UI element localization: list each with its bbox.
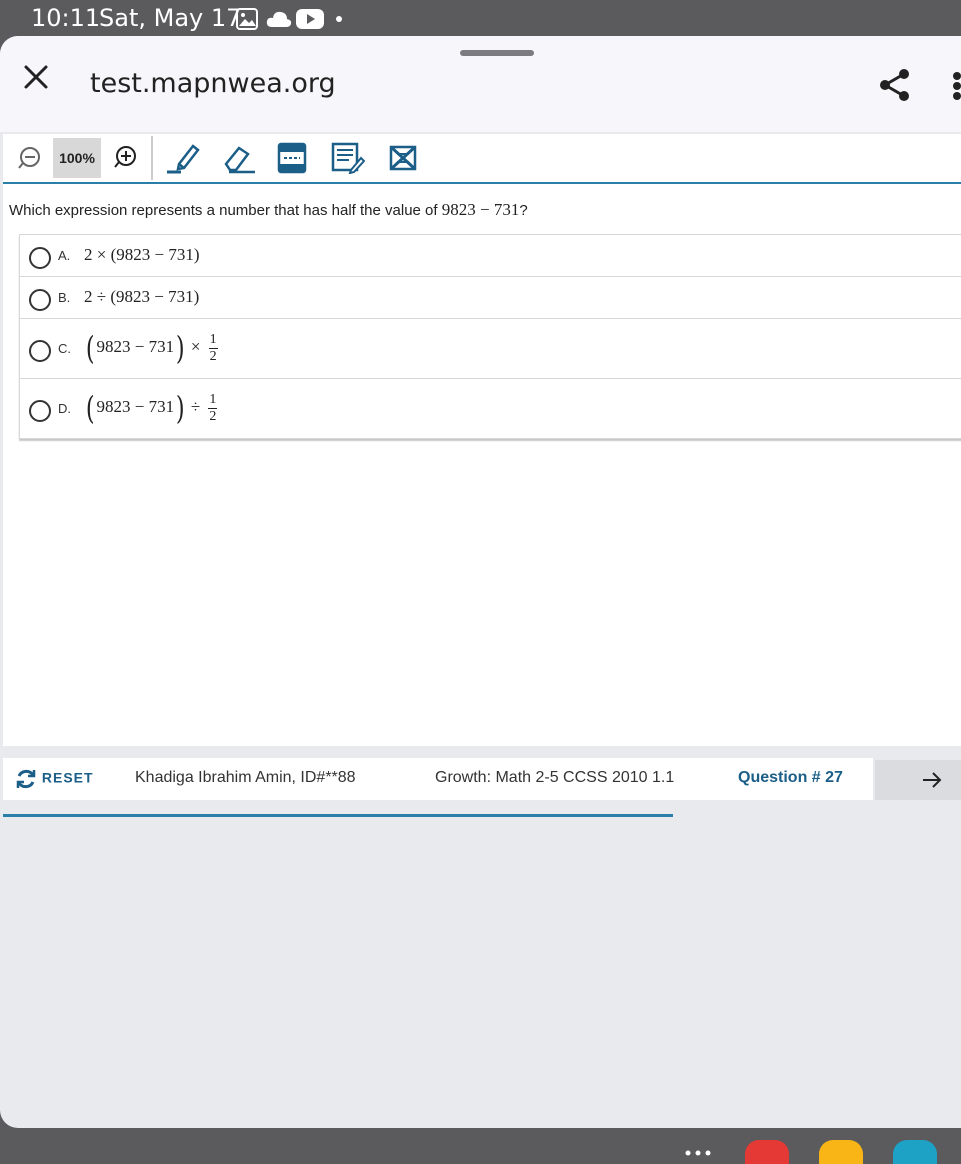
arrow-right-icon <box>923 772 942 788</box>
choice-letter: B. <box>58 290 71 305</box>
share-icon[interactable] <box>878 68 912 102</box>
zoom-out-icon[interactable] <box>17 146 41 170</box>
close-icon[interactable] <box>22 63 50 91</box>
test-name: Growth: Math 2-5 CCSS 2010 1.1 <box>435 769 675 786</box>
clock: 10:11 <box>31 4 101 32</box>
expr-inner: 9823 − 731 <box>96 396 175 416</box>
zoom-in-icon[interactable] <box>113 144 139 170</box>
answer-eliminator-icon[interactable] <box>389 144 417 172</box>
left-paren: ( <box>85 389 95 427</box>
more-options-icon[interactable] <box>952 72 961 102</box>
choice-expression: 2 ÷ (9823 − 731) <box>84 287 200 306</box>
toolbar-divider <box>151 136 153 180</box>
right-paren: ) <box>175 329 185 367</box>
question-math: 9823 − 731 <box>441 200 520 219</box>
url-text[interactable]: test.mapnwea.org <box>90 68 336 99</box>
notepad-icon[interactable] <box>331 140 365 174</box>
answer-choices: A. 2 × (9823 − 731) B. 2 ÷ (9823 − 731) … <box>19 234 961 439</box>
drag-handle[interactable] <box>460 50 534 56</box>
calendar-app-icon[interactable] <box>893 1140 937 1164</box>
choice-a[interactable]: A. 2 × (9823 − 731) <box>20 235 961 277</box>
reset-label: RESET <box>41 769 94 786</box>
eraser-icon[interactable] <box>221 142 257 174</box>
next-button[interactable] <box>875 760 961 800</box>
footer-info: RESET Khadiga Ibrahim Amin, ID#**88 Grow… <box>3 758 873 800</box>
dock <box>0 1128 961 1164</box>
operator: ÷ <box>190 396 201 416</box>
browser-sheet: test.mapnwea.org 100% Which expression r… <box>0 36 961 1128</box>
status-bar: 10:11 Sat, May 17 <box>0 0 961 36</box>
progress-bar <box>3 814 673 817</box>
radio-button[interactable] <box>29 340 51 362</box>
radio-button[interactable] <box>29 247 51 269</box>
operator: × <box>190 336 201 356</box>
right-paren: ) <box>175 389 185 427</box>
zoom-level: 100% <box>53 138 101 178</box>
app-drawer-icon[interactable] <box>684 1148 712 1156</box>
line-reader-icon[interactable] <box>277 142 307 174</box>
fraction-denominator: 2 <box>209 348 217 364</box>
question-end: ? <box>519 202 528 219</box>
choice-letter: D. <box>58 401 71 416</box>
date: Sat, May 17 <box>99 4 242 32</box>
left-paren: ( <box>85 329 95 367</box>
notification-dot-icon <box>336 16 342 22</box>
choice-letter: C. <box>58 341 71 356</box>
student-name: Khadiga Ibrahim Amin, ID#**88 <box>135 769 356 786</box>
fraction-numerator: 1 <box>208 331 218 349</box>
fraction-denominator: 2 <box>209 408 217 424</box>
youtube-icon <box>296 9 324 29</box>
choice-expression: (9823 − 731) ÷ 12 <box>84 389 218 427</box>
question-panel: 100% Which expression represents a numbe… <box>3 134 961 746</box>
choice-letter: A. <box>58 248 71 263</box>
url-bar: test.mapnwea.org <box>0 36 961 132</box>
expr-inner: 9823 − 731 <box>96 336 175 356</box>
choice-expression: (9823 − 731) × 12 <box>84 329 218 367</box>
highlighter-icon[interactable] <box>165 142 201 174</box>
question-number: Question # 27 <box>738 769 843 786</box>
choice-expression: 2 × (9823 − 731) <box>84 245 200 264</box>
files-app-icon[interactable] <box>819 1140 863 1164</box>
choice-d[interactable]: D. (9823 − 731) ÷ 12 <box>20 379 961 439</box>
messages-app-icon[interactable] <box>745 1140 789 1164</box>
fraction-numerator: 1 <box>208 391 218 409</box>
test-footer: RESET Khadiga Ibrahim Amin, ID#**88 Grow… <box>3 758 961 800</box>
test-toolbar: 100% <box>3 134 961 184</box>
radio-button[interactable] <box>29 400 51 422</box>
cloud-icon <box>266 11 292 27</box>
fraction: 12 <box>208 331 218 364</box>
reset-button[interactable]: RESET <box>15 768 94 790</box>
question-prompt: Which expression represents a number tha… <box>9 202 438 219</box>
choice-c[interactable]: C. (9823 − 731) × 12 <box>20 319 961 379</box>
choice-b[interactable]: B. 2 ÷ (9823 − 731) <box>20 277 961 319</box>
radio-button[interactable] <box>29 289 51 311</box>
gallery-icon <box>236 8 258 30</box>
fraction: 12 <box>208 391 218 424</box>
question-text: Which expression represents a number tha… <box>9 200 528 220</box>
refresh-icon <box>16 769 36 789</box>
